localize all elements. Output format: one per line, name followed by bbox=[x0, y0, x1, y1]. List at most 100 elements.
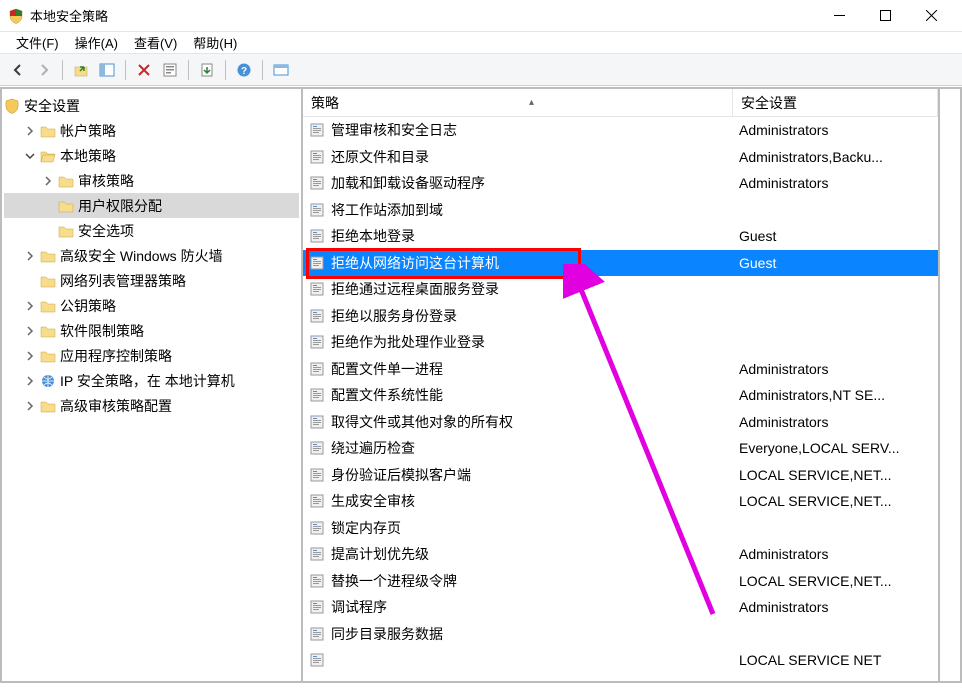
policy-setting: Administrators bbox=[733, 546, 938, 562]
folder-icon bbox=[40, 273, 56, 289]
list-row[interactable]: 配置文件单一进程Administrators bbox=[303, 356, 938, 383]
list-row[interactable]: LOCAL SERVICE NET bbox=[303, 647, 938, 674]
tree-item[interactable]: 高级审核策略配置 bbox=[4, 393, 299, 418]
tree-expander-icon[interactable] bbox=[22, 323, 38, 339]
policy-name: 拒绝从网络访问这台计算机 bbox=[331, 253, 499, 273]
tree-item[interactable]: 软件限制策略 bbox=[4, 318, 299, 343]
tree-expander-icon[interactable] bbox=[40, 173, 56, 189]
tree-item-label: 软件限制策略 bbox=[60, 321, 144, 341]
policy-setting: Administrators bbox=[733, 175, 938, 191]
maximize-button[interactable] bbox=[862, 1, 908, 31]
list-row[interactable]: 拒绝从网络访问这台计算机Guest bbox=[303, 250, 938, 277]
tree-pane[interactable]: 安全设置 帐户策略本地策略审核策略用户权限分配安全选项高级安全 Windows … bbox=[0, 87, 302, 683]
folder-icon bbox=[58, 198, 74, 214]
list-row[interactable]: 拒绝本地登录Guest bbox=[303, 223, 938, 250]
tree-expander-icon[interactable] bbox=[22, 123, 38, 139]
list-body[interactable]: 管理审核和安全日志Administrators还原文件和目录Administra… bbox=[303, 117, 938, 681]
menu-help[interactable]: 帮助(H) bbox=[185, 31, 245, 54]
policy-setting: LOCAL SERVICE NET bbox=[733, 652, 938, 668]
list-row[interactable]: 将工作站添加到域 bbox=[303, 197, 938, 224]
menu-action[interactable]: 操作(A) bbox=[67, 31, 126, 54]
policy-name: 绕过遍历检查 bbox=[331, 438, 415, 458]
policy-name: 调试程序 bbox=[331, 597, 387, 617]
back-button[interactable] bbox=[6, 58, 30, 82]
tree-item-label: 安全设置 bbox=[24, 96, 80, 116]
tree-item[interactable]: 公钥策略 bbox=[4, 293, 299, 318]
tree-item-label: 本地策略 bbox=[60, 146, 116, 166]
tree-item-label: 网络列表管理器策略 bbox=[60, 271, 186, 291]
export-button[interactable] bbox=[195, 58, 219, 82]
list-row[interactable]: 锁定内存页 bbox=[303, 515, 938, 542]
tree-item[interactable]: IP 安全策略，在 本地计算机 bbox=[4, 368, 299, 393]
policy-name: 生成安全审核 bbox=[331, 491, 415, 511]
tree-expander-icon[interactable] bbox=[22, 148, 38, 164]
up-button[interactable] bbox=[69, 58, 93, 82]
list-row[interactable]: 加载和卸载设备驱动程序Administrators bbox=[303, 170, 938, 197]
column-header-setting[interactable]: 安全设置 bbox=[733, 89, 938, 117]
tree-item[interactable]: 应用程序控制策略 bbox=[4, 343, 299, 368]
policy-name: 提高计划优先级 bbox=[331, 544, 429, 564]
policy-setting: Administrators bbox=[733, 122, 938, 138]
tree-expander-icon[interactable] bbox=[40, 223, 56, 239]
policy-setting: Everyone,LOCAL SERV... bbox=[733, 440, 938, 456]
policy-name: 同步目录服务数据 bbox=[331, 624, 443, 644]
folder-icon bbox=[58, 173, 74, 189]
help-button[interactable]: ? bbox=[232, 58, 256, 82]
refresh-button[interactable] bbox=[269, 58, 293, 82]
toolbar-separator bbox=[125, 60, 126, 80]
list-row[interactable]: 生成安全审核LOCAL SERVICE,NET... bbox=[303, 488, 938, 515]
delete-button[interactable] bbox=[132, 58, 156, 82]
menu-file[interactable]: 文件(F) bbox=[8, 31, 67, 54]
minimize-button[interactable] bbox=[816, 1, 862, 31]
list-row[interactable]: 拒绝以服务身份登录 bbox=[303, 303, 938, 330]
list-row[interactable]: 还原文件和目录Administrators,Backu... bbox=[303, 144, 938, 171]
policy-icon bbox=[309, 387, 325, 403]
tree-item[interactable]: 安全选项 bbox=[4, 218, 299, 243]
toolbar-separator bbox=[262, 60, 263, 80]
list-row[interactable]: 调试程序 Administrators bbox=[303, 594, 938, 621]
tree-expander-icon[interactable] bbox=[22, 298, 38, 314]
list-row[interactable]: 绕过遍历检查 Everyone,LOCAL SERV... bbox=[303, 435, 938, 462]
policy-icon bbox=[309, 228, 325, 244]
properties-button[interactable] bbox=[158, 58, 182, 82]
folder-icon bbox=[58, 223, 74, 239]
list-row[interactable]: 同步目录服务数据 bbox=[303, 621, 938, 648]
forward-button[interactable] bbox=[32, 58, 56, 82]
list-row[interactable]: 拒绝通过远程桌面服务登录 bbox=[303, 276, 938, 303]
tree-expander-icon[interactable] bbox=[22, 273, 38, 289]
tree-expander-icon[interactable] bbox=[22, 348, 38, 364]
tree-item[interactable]: 审核策略 bbox=[4, 168, 299, 193]
show-hide-tree-button[interactable] bbox=[95, 58, 119, 82]
right-pane-strip bbox=[940, 87, 962, 683]
tree-item[interactable]: 帐户策略 bbox=[4, 118, 299, 143]
tree-expander-icon[interactable] bbox=[22, 248, 38, 264]
tree-item[interactable]: 用户权限分配 bbox=[4, 193, 299, 218]
tree-expander-icon[interactable] bbox=[22, 398, 38, 414]
policy-name: 拒绝通过远程桌面服务登录 bbox=[331, 279, 499, 299]
policy-icon bbox=[309, 652, 325, 668]
menu-view[interactable]: 查看(V) bbox=[126, 31, 185, 54]
column-header-policy[interactable]: 策略 ▴ bbox=[303, 89, 733, 117]
tree-item[interactable]: 本地策略 bbox=[4, 143, 299, 168]
policy-setting: Administrators bbox=[733, 599, 938, 615]
list-row[interactable]: 管理审核和安全日志Administrators bbox=[303, 117, 938, 144]
app-icon bbox=[8, 8, 24, 24]
list-row[interactable]: 身份验证后模拟客户端LOCAL SERVICE,NET... bbox=[303, 462, 938, 489]
policy-icon bbox=[309, 255, 325, 271]
policy-icon bbox=[309, 520, 325, 536]
list-row[interactable]: 替换一个进程级令牌LOCAL SERVICE,NET... bbox=[303, 568, 938, 595]
tree-root-item[interactable]: 安全设置 bbox=[4, 93, 299, 118]
list-row[interactable]: 配置文件系统性能Administrators,NT SE... bbox=[303, 382, 938, 409]
folder-icon bbox=[40, 348, 56, 364]
close-button[interactable] bbox=[908, 1, 954, 31]
list-row[interactable]: 拒绝作为批处理作业登录 bbox=[303, 329, 938, 356]
policy-icon bbox=[309, 202, 325, 218]
policy-icon bbox=[309, 493, 325, 509]
tree-expander-icon[interactable] bbox=[22, 373, 38, 389]
policy-setting: Administrators,Backu... bbox=[733, 149, 938, 165]
tree-item[interactable]: 网络列表管理器策略 bbox=[4, 268, 299, 293]
tree-expander-icon[interactable] bbox=[40, 198, 56, 214]
list-row[interactable]: 取得文件或其他对象的所有权Administrators bbox=[303, 409, 938, 436]
tree-item[interactable]: 高级安全 Windows 防火墙 bbox=[4, 243, 299, 268]
list-row[interactable]: 提高计划优先级 Administrators bbox=[303, 541, 938, 568]
